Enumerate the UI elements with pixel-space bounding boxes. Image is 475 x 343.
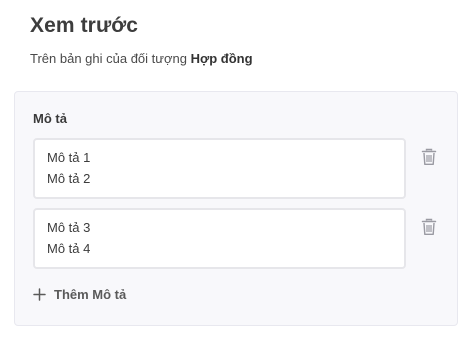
object-name: Hợp đồng	[190, 51, 253, 66]
entry-line: Mô tả 3	[47, 220, 91, 235]
field-label: Mô tả	[33, 111, 67, 126]
entry-box-2[interactable]: Mô tả 3 Mô tả 4	[33, 208, 406, 269]
plus-icon	[33, 287, 46, 301]
entry-line: Mô tả 4	[47, 241, 91, 256]
delete-entry-button-2[interactable]	[421, 218, 437, 236]
entry-box-1[interactable]: Mô tả 1 Mô tả 2	[33, 138, 406, 199]
delete-entry-button-1[interactable]	[421, 148, 437, 166]
subtitle-prefix: Trên bản ghi của đối tượng	[30, 51, 187, 66]
entry-line: Mô tả 1	[47, 150, 91, 165]
trash-icon	[421, 148, 437, 165]
entry-line: Mô tả 2	[47, 171, 91, 186]
preview-panel: Mô tả Mô tả 1 Mô tả 2 Mô tả 3 Mô tả 4 Th…	[14, 91, 458, 326]
preview-title: Xem trước	[30, 14, 139, 37]
trash-icon	[421, 218, 437, 235]
preview-subtitle: Trên bản ghi của đối tượng Hợp đồng	[30, 51, 253, 66]
add-entry-button[interactable]: Thêm Mô tả	[33, 284, 126, 304]
add-entry-label: Thêm Mô tả	[54, 286, 127, 302]
